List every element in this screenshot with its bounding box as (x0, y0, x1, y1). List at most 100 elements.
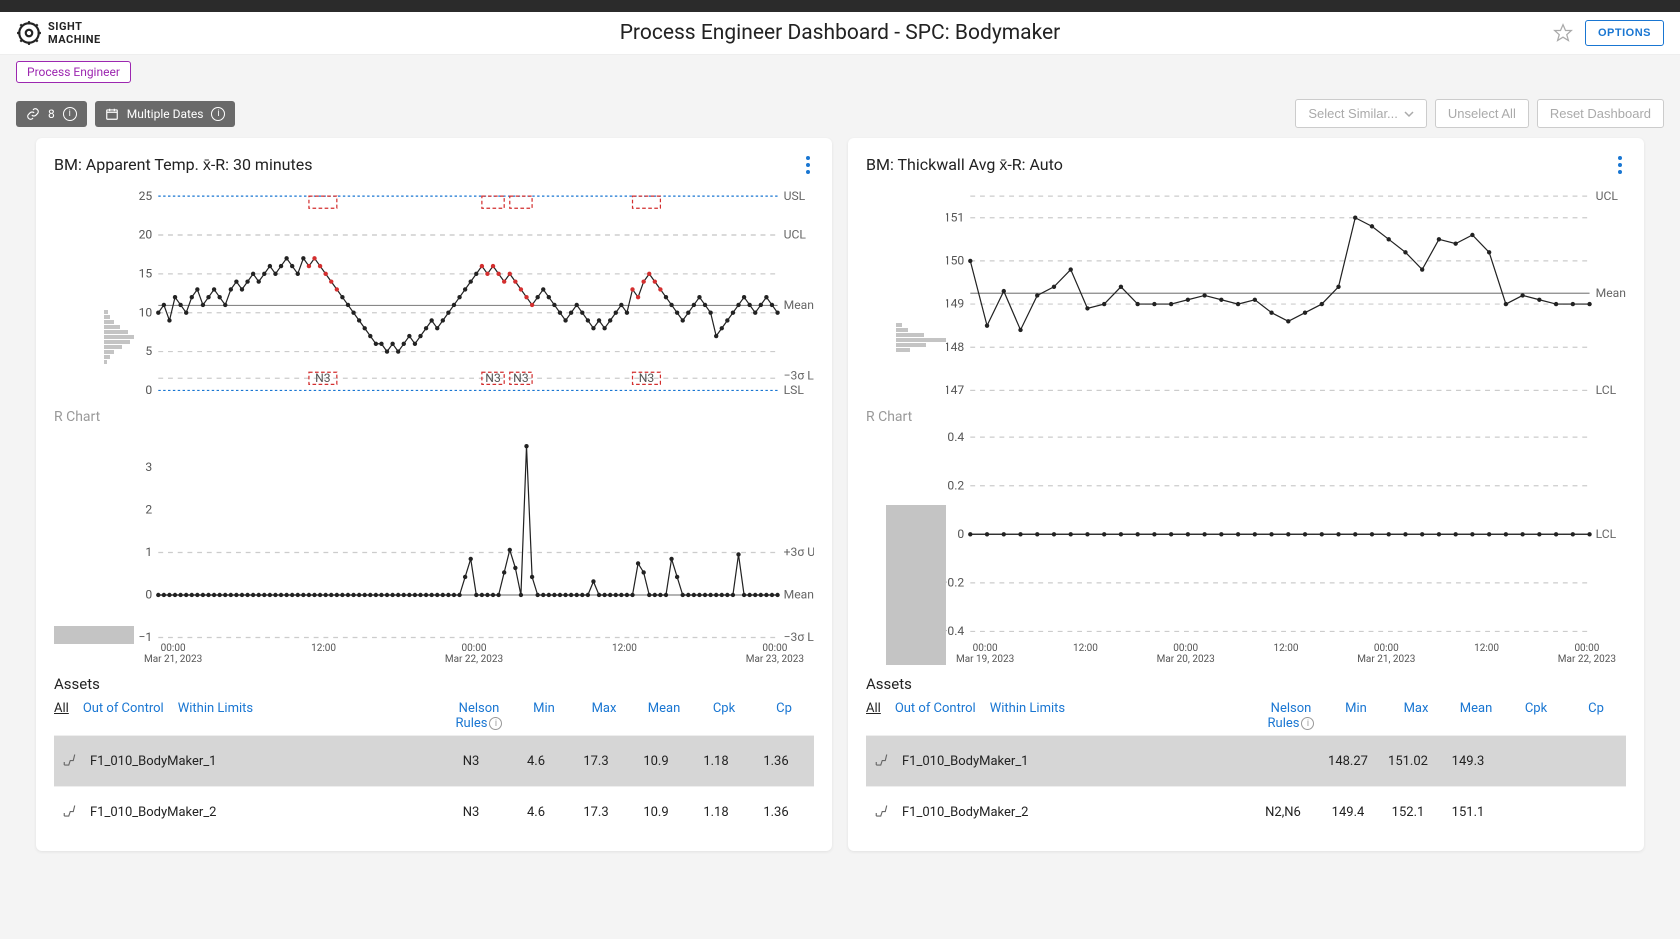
svg-text:1: 1 (145, 545, 152, 559)
r-chart: −1 0 1 2 3 +3σ UCL Mean −3σ LCL (134, 425, 814, 644)
rchart-label: R Chart (866, 409, 912, 425)
table-row[interactable]: F1_010_BodyMaker_1N34.617.310.91.181.36 (54, 735, 814, 786)
limit-label: UCL (1596, 189, 1619, 203)
tab-out-of-control[interactable]: Out of Control (83, 701, 164, 716)
limit-label: LCL (1596, 526, 1617, 540)
histogram-xbar (54, 184, 134, 403)
panel-menu-button[interactable] (802, 152, 814, 178)
svg-text:15: 15 (139, 266, 153, 280)
calendar-icon (105, 107, 119, 121)
table-row[interactable]: F1_010_BodyMaker_2N34.617.310.91.181.36 (54, 786, 814, 837)
histogram-r (866, 425, 946, 666)
page-title: Process Engineer Dashboard - SPC: Bodyma… (620, 21, 1061, 45)
svg-text:0: 0 (145, 383, 152, 397)
svg-text:20: 20 (139, 228, 153, 242)
panel-thickwall: BM: Thickwall Avg x̄-R: Auto 147 148 149 15… (848, 138, 1644, 851)
assets-heading: Assets (54, 675, 814, 693)
date-label: Multiple Dates (127, 107, 204, 121)
svg-text:147: 147 (946, 383, 964, 397)
info-icon: i (63, 107, 77, 121)
limit-label: Mean (1596, 286, 1626, 300)
chevron-down-icon (1404, 109, 1414, 119)
limit-label: LCL (1596, 383, 1617, 397)
table-row[interactable]: F1_010_BodyMaker_2N2,N6149.4152.1151.1 (866, 786, 1626, 837)
col-nelson[interactable]: Nelson Rulesi (444, 701, 514, 731)
assets-heading: Assets (866, 675, 1626, 693)
info-icon: i (211, 107, 225, 121)
rchart-label: R Chart (54, 409, 100, 425)
svg-text:−0.4: −0.4 (946, 624, 964, 638)
asset-filter-chip[interactable]: 8 i (16, 101, 87, 127)
limit-label: LSL (784, 383, 805, 397)
tab-within-limits[interactable]: Within Limits (990, 701, 1065, 716)
favorite-star-icon[interactable] (1553, 23, 1573, 43)
asset-tabs: All Out of Control Within Limits Nelson … (54, 701, 814, 731)
x-axis-ticks: 00:00Mar 21, 202312:0000:00Mar 22, 20231… (134, 643, 814, 665)
xbar-chart: 147 148 149 150 151 UCL Mean LCL (946, 184, 1626, 403)
asset-count: 8 (48, 107, 55, 121)
asset-name: F1_010_BodyMaker_2 (90, 805, 436, 820)
col-cp[interactable]: Cp (1566, 701, 1626, 731)
tab-out-of-control[interactable]: Out of Control (895, 701, 976, 716)
svg-text:0: 0 (957, 526, 964, 540)
col-min[interactable]: Min (1326, 701, 1386, 731)
svg-text:N3: N3 (485, 371, 501, 385)
info-icon: i (489, 717, 502, 730)
svg-text:0: 0 (145, 587, 152, 601)
svg-text:5: 5 (145, 344, 152, 358)
col-cp[interactable]: Cp (754, 701, 814, 731)
window-topstrip (0, 0, 1680, 12)
col-mean[interactable]: Mean (634, 701, 694, 731)
machine-icon (62, 801, 82, 823)
limit-label: Mean (784, 587, 814, 601)
svg-text:25: 25 (139, 189, 153, 203)
select-similar-label: Select Similar... (1308, 106, 1398, 121)
svg-text:0.2: 0.2 (947, 478, 964, 492)
svg-text:2: 2 (145, 502, 152, 516)
table-row[interactable]: F1_010_BodyMaker_1148.27151.02149.3 (866, 735, 1626, 786)
logo-text-top: SIGHT (48, 20, 101, 33)
svg-text:149: 149 (946, 297, 964, 311)
limit-label: +3σ UCL (784, 545, 814, 559)
machine-icon (62, 750, 82, 772)
col-nelson[interactable]: Nelson Rulesi (1256, 701, 1326, 731)
options-button[interactable]: OPTIONS (1585, 20, 1664, 46)
reset-dashboard-button[interactable]: Reset Dashboard (1537, 99, 1664, 128)
svg-text:150: 150 (946, 254, 964, 268)
col-max[interactable]: Max (1386, 701, 1446, 731)
panel-menu-button[interactable] (1614, 152, 1626, 178)
panels-row: BM: Apparent Temp. x̄-R: 30 minutes 0510… (0, 138, 1680, 867)
gear-icon (16, 20, 42, 46)
col-min[interactable]: Min (514, 701, 574, 731)
svg-text:148: 148 (946, 340, 964, 354)
link-icon (26, 107, 40, 121)
tab-all[interactable]: All (866, 701, 881, 716)
unselect-all-button[interactable]: Unselect All (1435, 99, 1529, 128)
svg-text:151: 151 (946, 210, 964, 224)
col-cpk[interactable]: Cpk (1506, 701, 1566, 731)
asset-name: F1_010_BodyMaker_1 (902, 754, 1248, 769)
limit-label: −3σ LCL (784, 630, 814, 643)
svg-text:−1: −1 (138, 630, 152, 643)
panel-title: BM: Apparent Temp. x̄-R: 30 minutes (54, 155, 312, 175)
limit-label: UCL (784, 228, 807, 242)
date-filter-chip[interactable]: Multiple Dates i (95, 101, 236, 127)
tab-within-limits[interactable]: Within Limits (178, 701, 253, 716)
col-max[interactable]: Max (574, 701, 634, 731)
select-similar-button[interactable]: Select Similar... (1295, 99, 1427, 128)
limit-label: Mean (784, 298, 814, 312)
svg-text:10: 10 (139, 305, 153, 319)
logo-text-bottom: MACHINE (48, 33, 101, 46)
logo: SIGHT MACHINE (16, 20, 101, 46)
histogram-xbar (866, 184, 946, 403)
info-icon: i (1301, 717, 1314, 730)
r-chart: −0.4−0.200.20.4 LCL (946, 425, 1626, 644)
panel-title: BM: Thickwall Avg x̄-R: Auto (866, 155, 1063, 175)
svg-text:N3: N3 (513, 371, 529, 385)
panel-apparent-temp: BM: Apparent Temp. x̄-R: 30 minutes 0510… (36, 138, 832, 851)
role-tag[interactable]: Process Engineer (16, 61, 131, 83)
tab-all[interactable]: All (54, 701, 69, 716)
svg-text:3: 3 (145, 460, 152, 474)
col-mean[interactable]: Mean (1446, 701, 1506, 731)
col-cpk[interactable]: Cpk (694, 701, 754, 731)
